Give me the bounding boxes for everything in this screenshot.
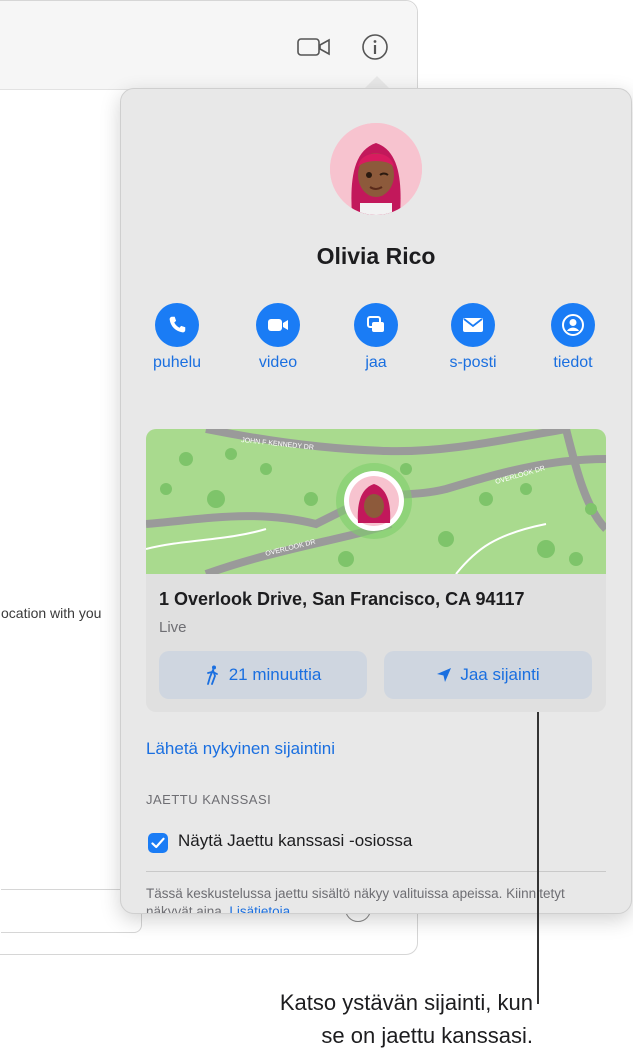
callout-line <box>537 712 539 1004</box>
email-label: s-posti <box>449 354 497 371</box>
call-label: puhelu <box>152 354 202 371</box>
video-camera-icon <box>268 319 288 331</box>
share-location-label: Jaa sijainti <box>460 665 540 684</box>
phone-icon <box>169 316 186 333</box>
info-icon[interactable] <box>361 33 389 61</box>
walking-time-label: 21 minuuttia <box>228 665 322 684</box>
contact-info-popover: Olivia Rico puhelu video jaa s-posti tie… <box>120 88 632 914</box>
share-label: jaa <box>365 354 387 371</box>
person-icon <box>562 314 584 336</box>
contact-actions: puhelu video jaa s-posti tiedot <box>121 303 631 383</box>
share-button[interactable]: jaa <box>336 303 416 372</box>
mail-icon <box>463 318 483 332</box>
window-toolbar <box>0 1 417 90</box>
location-status: Live <box>159 619 187 636</box>
share-location-button[interactable]: Jaa sijainti <box>384 651 592 699</box>
video-call-icon[interactable] <box>297 35 331 59</box>
video-button[interactable]: video <box>238 303 318 372</box>
video-label: video <box>258 354 298 371</box>
contact-name: Olivia Rico <box>316 243 436 269</box>
learn-more-link[interactable]: Lisätietoja <box>229 904 290 913</box>
walking-person-icon <box>206 665 218 685</box>
info-label: tiedot <box>553 354 593 371</box>
callout-text: Katso ystävän sijainti, kun se on jaettu… <box>280 986 533 1052</box>
location-map[interactable]: JOHN F KENNEDY DR OVERLOOK DR OVERLOOK D… <box>146 429 606 574</box>
show-in-shared-label: Näytä Jaettu kanssasi -osiossa <box>178 831 413 850</box>
checkmark-icon <box>151 837 165 849</box>
info-button[interactable]: tiedot <box>533 303 613 372</box>
footer-description: Tässä keskustelussa jaettu sisältö näkyy… <box>146 886 565 914</box>
email-button[interactable]: s-posti <box>433 303 513 372</box>
location-arrow-icon <box>437 668 452 682</box>
show-in-shared-checkbox[interactable] <box>148 833 168 853</box>
walking-directions-button[interactable]: 21 minuuttia <box>159 651 367 699</box>
call-button[interactable]: puhelu <box>137 303 217 372</box>
send-current-location-link[interactable]: Lähetä nykyinen sijaintini <box>146 739 335 759</box>
shared-with-you-heading: JAETTU KANSSASI <box>146 792 272 807</box>
location-address: 1 Overlook Drive, San Francisco, CA 9411… <box>159 589 525 609</box>
location-card: JOHN F KENNEDY DR OVERLOOK DR OVERLOOK D… <box>146 429 606 712</box>
share-screen-icon <box>367 316 384 332</box>
callout-line-1: Katso ystävän sijainti, kun <box>279 990 533 1015</box>
callout-line-2: se on jaettu kanssasi. <box>321 1023 533 1048</box>
contact-avatar <box>330 123 422 215</box>
